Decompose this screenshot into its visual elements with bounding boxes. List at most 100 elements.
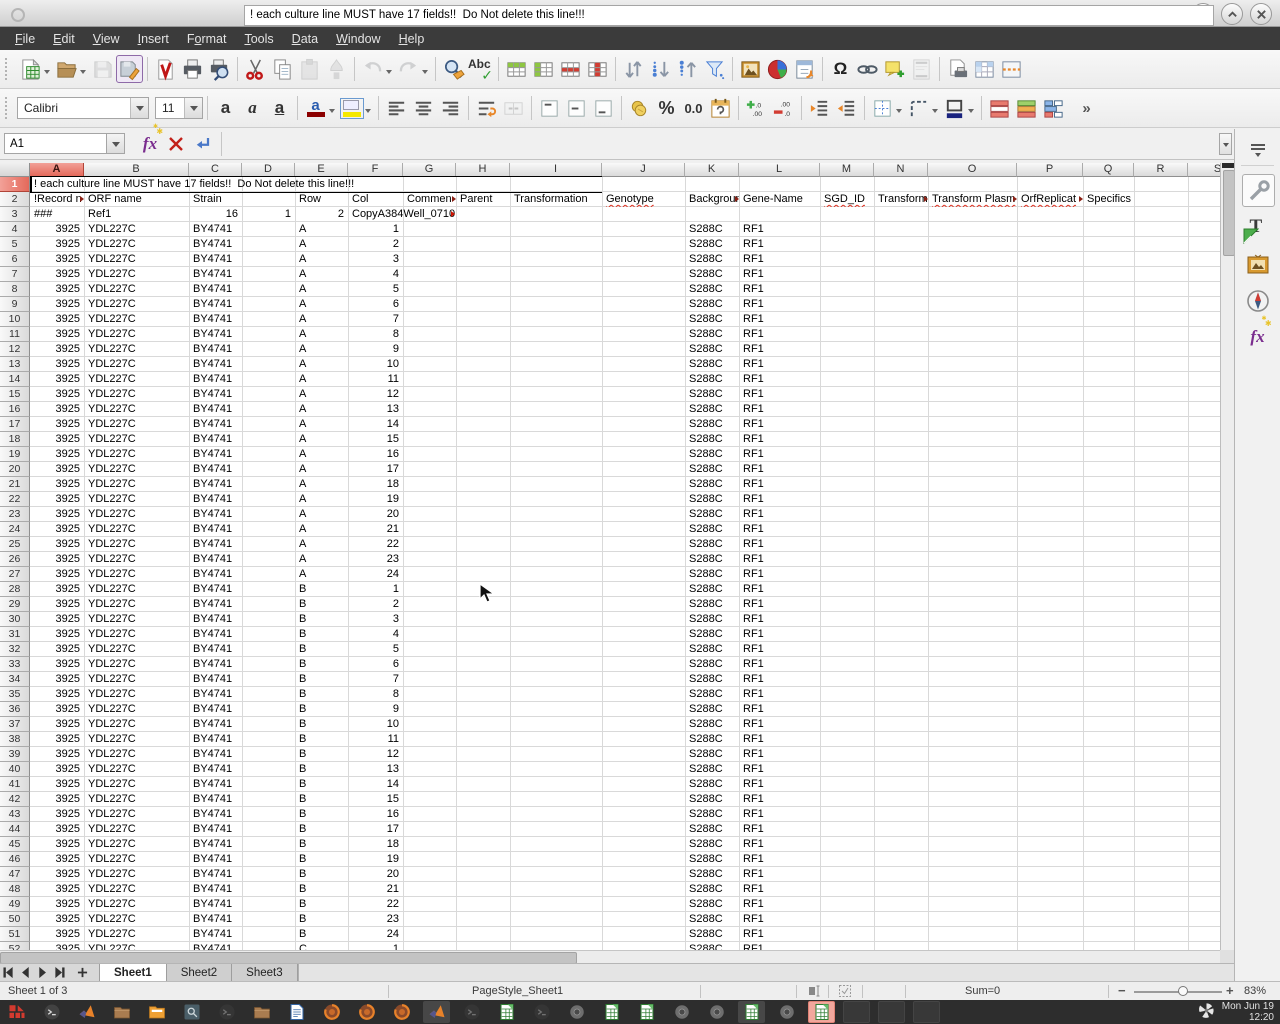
cell-C17[interactable]: BY4741 [190,417,242,432]
cell-F49[interactable]: 22 [349,897,403,912]
cell-B35[interactable]: YDL227C [85,687,189,702]
print-preview-icon[interactable] [206,55,233,83]
cell-L4[interactable]: RF1 [740,222,820,237]
cell-L30[interactable]: RF1 [740,612,820,627]
cell-E3[interactable]: 2 [296,207,348,222]
taskbar-item-calc[interactable] [808,1001,835,1023]
cell-A13[interactable]: 3925 [31,357,84,372]
cell-C43[interactable]: BY4741 [190,807,242,822]
sheet-tab-sheet3[interactable]: Sheet3 [232,964,297,981]
borders-dropdown[interactable] [896,109,902,116]
cell-K12[interactable]: S288C [686,342,739,357]
conditional-data-bar-icon[interactable] [1013,94,1040,122]
conditional-color-scale-icon[interactable] [986,94,1013,122]
cell-A24[interactable]: 3925 [31,522,84,537]
cell-C4[interactable]: BY4741 [190,222,242,237]
function-wizard-icon[interactable]: fx✱✱ [137,132,163,156]
cell-O2[interactable]: Transform Plasm [929,192,1017,207]
delete-column-icon[interactable] [584,55,611,83]
cell-F30[interactable]: 3 [349,612,403,627]
previous-sheet-icon[interactable] [17,964,34,981]
cell-B31[interactable]: YDL227C [85,627,189,642]
taskbar-item-empty[interactable] [843,1001,870,1023]
cell-A50[interactable]: 3925 [31,912,84,927]
save-icon[interactable] [89,55,116,83]
cell-B32[interactable]: YDL227C [85,642,189,657]
cell-L51[interactable]: RF1 [740,927,820,942]
selection-mode-icon[interactable] [838,984,852,1001]
cell-E42[interactable]: B [296,792,348,807]
increase-indent-icon[interactable] [806,94,833,122]
clone-formatting-icon[interactable] [323,55,350,83]
cell-A41[interactable]: 3925 [31,777,84,792]
cell-B14[interactable]: YDL227C [85,372,189,387]
cell-K47[interactable]: S288C [686,867,739,882]
cell-B23[interactable]: YDL227C [85,507,189,522]
column-header-M[interactable]: M [820,163,874,177]
cell-A35[interactable]: 3925 [31,687,84,702]
cell-E34[interactable]: B [296,672,348,687]
cell-K42[interactable]: S288C [686,792,739,807]
row-header-18[interactable]: 18 [0,432,30,447]
cell-A47[interactable]: 3925 [31,867,84,882]
cell-L15[interactable]: RF1 [740,387,820,402]
cell-K34[interactable]: S288C [686,672,739,687]
cell-C20[interactable]: BY4741 [190,462,242,477]
cell-C42[interactable]: BY4741 [190,792,242,807]
cell-C10[interactable]: BY4741 [190,312,242,327]
cell-K14[interactable]: S288C [686,372,739,387]
cell-C8[interactable]: BY4741 [190,282,242,297]
taskbar-item-empty[interactable] [913,1001,940,1023]
cell-F34[interactable]: 7 [349,672,403,687]
cell-B22[interactable]: YDL227C [85,492,189,507]
cell-F21[interactable]: 18 [349,477,403,492]
border-style-icon[interactable] [905,94,932,122]
column-header-D[interactable]: D [242,163,295,177]
redo-icon[interactable] [395,55,422,83]
print-icon[interactable] [179,55,206,83]
cell-E17[interactable]: A [296,417,348,432]
cell-C11[interactable]: BY4741 [190,327,242,342]
split-window-icon[interactable] [998,55,1025,83]
cell-C36[interactable]: BY4741 [190,702,242,717]
cell-L46[interactable]: RF1 [740,852,820,867]
cell-L10[interactable]: RF1 [740,312,820,327]
cell-K26[interactable]: S288C [686,552,739,567]
column-header-E[interactable]: E [295,163,348,177]
cell-E28[interactable]: B [296,582,348,597]
cell-K15[interactable]: S288C [686,387,739,402]
cell-C22[interactable]: BY4741 [190,492,242,507]
row-header-22[interactable]: 22 [0,492,30,507]
undo-icon[interactable] [359,55,386,83]
sort-ascending-icon[interactable] [647,55,674,83]
cell-L19[interactable]: RF1 [740,447,820,462]
cell-F52[interactable]: 1 [349,942,403,950]
decrease-indent-icon[interactable] [833,94,860,122]
cell-L36[interactable]: RF1 [740,702,820,717]
cell-F15[interactable]: 12 [349,387,403,402]
cut-icon[interactable] [242,55,269,83]
column-header-I[interactable]: I [510,163,602,177]
cell-B16[interactable]: YDL227C [85,402,189,417]
cell-F37[interactable]: 10 [349,717,403,732]
cell-C47[interactable]: BY4741 [190,867,242,882]
cell-F16[interactable]: 13 [349,402,403,417]
cell-C50[interactable]: BY4741 [190,912,242,927]
cell-K13[interactable]: S288C [686,357,739,372]
open-dropdown[interactable] [80,70,86,77]
cell-C29[interactable]: BY4741 [190,597,242,612]
cell-C21[interactable]: BY4741 [190,477,242,492]
row-header-47[interactable]: 47 [0,867,30,882]
cell-E40[interactable]: B [296,762,348,777]
cell-A14[interactable]: 3925 [31,372,84,387]
cell-C16[interactable]: BY4741 [190,402,242,417]
cell-L41[interactable]: RF1 [740,777,820,792]
insert-row-icon[interactable] [503,55,530,83]
cell-B11[interactable]: YDL227C [85,327,189,342]
cell-K30[interactable]: S288C [686,612,739,627]
cell-B4[interactable]: YDL227C [85,222,189,237]
font-size-dropdown[interactable] [184,98,202,118]
italic-icon[interactable]: a [239,94,266,122]
functions-icon[interactable]: fx✱✱ [1242,321,1273,352]
cell-F17[interactable]: 14 [349,417,403,432]
